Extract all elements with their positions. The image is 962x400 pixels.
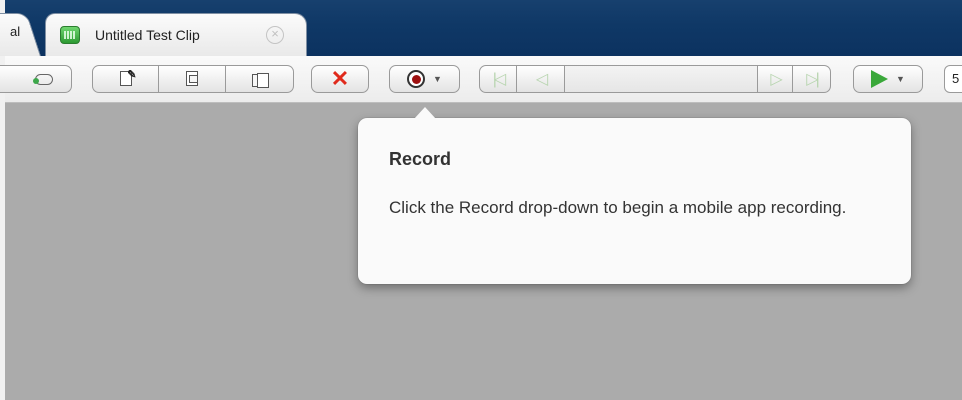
last-step-icon: ▷| bbox=[806, 71, 820, 88]
next-step-button[interactable]: ▷ bbox=[757, 65, 793, 93]
paste-icon bbox=[251, 70, 269, 88]
chevron-down-icon: ▼ bbox=[896, 74, 905, 84]
record-icon bbox=[407, 70, 426, 88]
previous-step-button[interactable]: ◁ bbox=[517, 65, 565, 93]
play-icon bbox=[871, 70, 889, 88]
paste-button[interactable] bbox=[226, 65, 294, 93]
speed-field[interactable]: 5 bbox=[944, 65, 962, 93]
delete-button[interactable]: ✕ bbox=[311, 65, 369, 93]
red-x-icon: ✕ bbox=[330, 66, 350, 91]
next-step-icon: ▷ bbox=[770, 71, 782, 88]
tooltip-body: Click the Record drop-down to begin a mo… bbox=[389, 198, 847, 217]
toolbar: ✎ ✕ ▼ |◁ ◁ ▷ ▷| ▼ 5 bbox=[0, 56, 962, 103]
record-tooltip: Record Click the Record drop-down to beg… bbox=[358, 107, 911, 284]
tooltip-title: Record bbox=[389, 149, 452, 169]
tab-bar: al Untitled Test Clip × bbox=[0, 0, 962, 56]
insert-doc-icon bbox=[184, 70, 200, 88]
record-dropdown[interactable]: ▼ bbox=[389, 65, 460, 93]
tooltip-arrow bbox=[414, 107, 436, 119]
edit-doc-icon: ✎ bbox=[118, 69, 137, 88]
edit-step-button[interactable]: ✎ bbox=[92, 65, 159, 93]
key-icon bbox=[32, 73, 53, 85]
first-step-button[interactable]: |◁ bbox=[479, 65, 517, 93]
step-progress-track[interactable] bbox=[565, 65, 757, 93]
key-button[interactable] bbox=[0, 65, 72, 93]
last-step-button[interactable]: ▷| bbox=[793, 65, 831, 93]
previous-step-icon: ◁ bbox=[535, 71, 548, 88]
chevron-down-icon: ▼ bbox=[433, 74, 442, 84]
tab-active-label: Untitled Test Clip bbox=[95, 27, 200, 43]
tab-previous-label: al bbox=[10, 24, 21, 39]
play-dropdown[interactable]: ▼ bbox=[853, 65, 923, 93]
first-step-icon: |◁ bbox=[492, 71, 507, 88]
close-tab-icon[interactable]: × bbox=[266, 26, 284, 44]
test-clip-icon bbox=[60, 26, 80, 44]
tab-previous[interactable] bbox=[0, 13, 41, 56]
insert-button[interactable] bbox=[159, 65, 226, 93]
